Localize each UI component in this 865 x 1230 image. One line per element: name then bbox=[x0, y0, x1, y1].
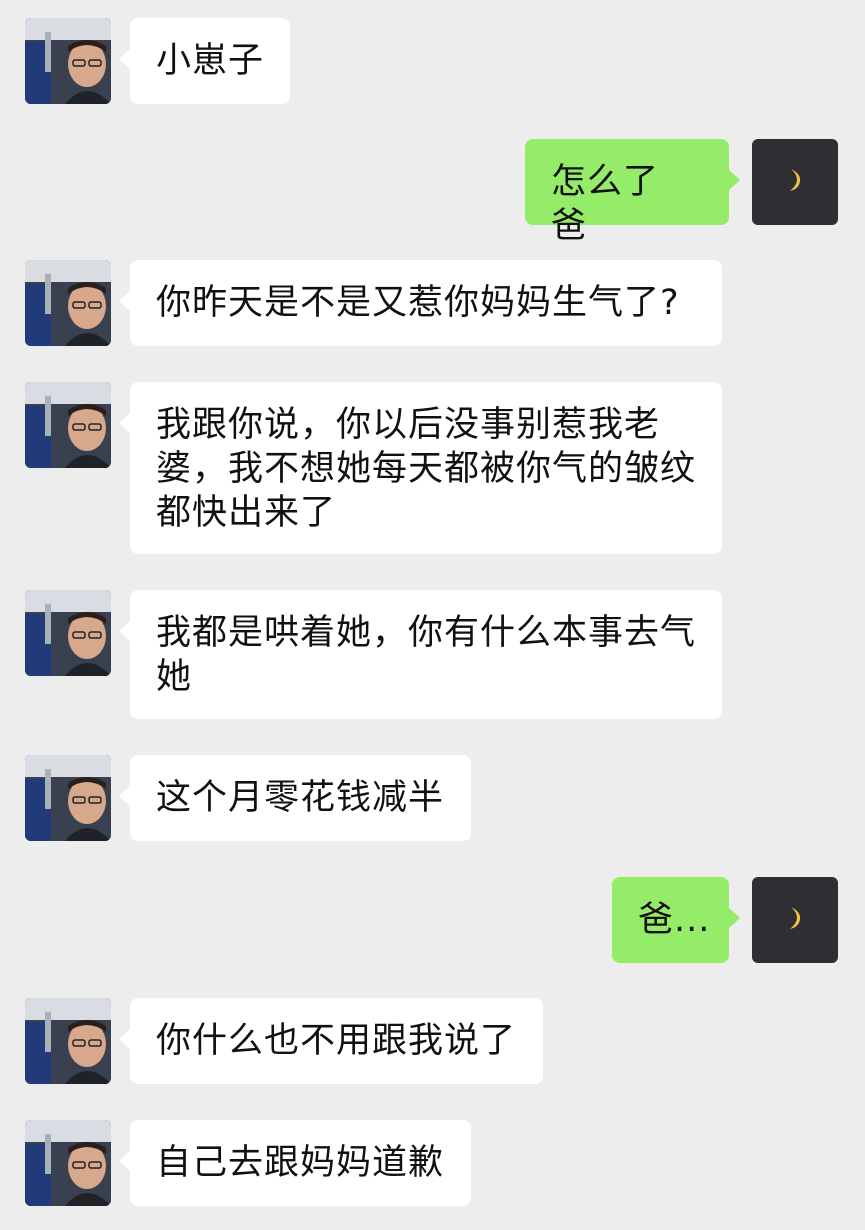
message-bubble[interactable]: 我都是哄着她，你有什么本事去气她 bbox=[119, 590, 722, 719]
my-avatar[interactable] bbox=[752, 139, 838, 225]
father-avatar[interactable] bbox=[25, 755, 111, 841]
father-avatar[interactable] bbox=[25, 260, 111, 346]
message-row: 这个月零花钱减半 bbox=[0, 755, 865, 841]
father-avatar[interactable] bbox=[25, 590, 111, 676]
message-row: 小崽子 bbox=[0, 18, 865, 104]
father-photo-icon bbox=[25, 260, 111, 346]
message-bubble[interactable]: 我跟你说，你以后没事别惹我老婆，我不想她每天都被你气的皱纹都快出来了 bbox=[119, 382, 722, 554]
message-bubble[interactable]: 小崽子 bbox=[119, 18, 290, 104]
father-photo-icon bbox=[25, 755, 111, 841]
father-photo-icon bbox=[25, 382, 111, 468]
message-row: 我都是哄着她，你有什么本事去气她 bbox=[0, 590, 865, 719]
father-photo-icon bbox=[25, 1120, 111, 1206]
message-bubble[interactable]: 你昨天是不是又惹你妈妈生气了? bbox=[119, 260, 722, 346]
message-row: 怎么了 爸 bbox=[0, 139, 865, 246]
message-row: 爸... bbox=[0, 877, 865, 963]
crescent-moon-icon bbox=[790, 169, 801, 191]
message-row: 我跟你说，你以后没事别惹我老婆，我不想她每天都被你气的皱纹都快出来了 bbox=[0, 382, 865, 554]
message-bubble[interactable]: 爸... bbox=[612, 877, 740, 963]
message-bubble[interactable]: 怎么了 爸 bbox=[525, 139, 740, 246]
father-photo-icon bbox=[25, 998, 111, 1084]
father-avatar[interactable] bbox=[25, 382, 111, 468]
father-photo-icon bbox=[25, 590, 111, 676]
chat-message-list[interactable]: 小崽子 怎么了 爸 你昨天是不是又惹你妈妈生气了? 我跟你说，你以后没事别惹我老… bbox=[0, 0, 865, 1230]
message-row: 你什么也不用跟我说了 bbox=[0, 998, 865, 1084]
message-bubble[interactable]: 你什么也不用跟我说了 bbox=[119, 998, 543, 1084]
father-avatar[interactable] bbox=[25, 998, 111, 1084]
father-photo-icon bbox=[25, 18, 111, 104]
crescent-moon-icon bbox=[790, 907, 801, 929]
father-avatar[interactable] bbox=[25, 1120, 111, 1206]
message-row: 自己去跟妈妈道歉 bbox=[0, 1120, 865, 1206]
message-row: 你昨天是不是又惹你妈妈生气了? bbox=[0, 260, 865, 346]
my-avatar[interactable] bbox=[752, 877, 838, 963]
message-bubble[interactable]: 自己去跟妈妈道歉 bbox=[119, 1120, 471, 1206]
message-bubble[interactable]: 这个月零花钱减半 bbox=[119, 755, 471, 841]
father-avatar[interactable] bbox=[25, 18, 111, 104]
